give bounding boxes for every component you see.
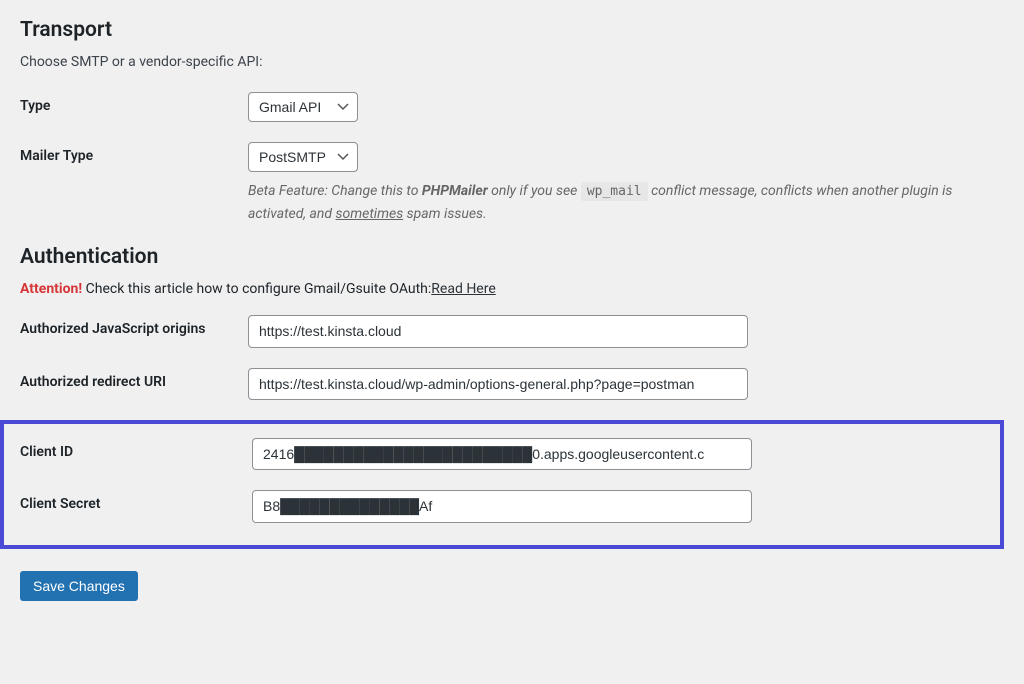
- transport-subtitle: Choose SMTP or a vendor-specific API:: [20, 54, 1004, 70]
- redirect-input[interactable]: [248, 368, 748, 400]
- transport-heading: Transport: [20, 18, 1004, 42]
- attention-note: Attention! Check this article how to con…: [20, 281, 1004, 297]
- client-secret-label: Client Secret: [20, 490, 252, 512]
- client-id-row: Client ID: [20, 438, 1000, 470]
- origins-label: Authorized JavaScript origins: [20, 315, 248, 337]
- credentials-highlight: Client ID Client Secret: [0, 420, 1004, 549]
- redirect-row: Authorized redirect URI: [20, 368, 1004, 400]
- type-label: Type: [20, 92, 248, 114]
- redirect-label: Authorized redirect URI: [20, 368, 248, 390]
- type-row: Type Gmail API: [20, 92, 1004, 122]
- save-button[interactable]: Save Changes: [20, 571, 138, 601]
- client-id-input[interactable]: [252, 438, 752, 470]
- auth-heading: Authentication: [20, 245, 1004, 269]
- origins-input[interactable]: [248, 315, 748, 347]
- attention-label: Attention!: [20, 281, 82, 297]
- mailer-label: Mailer Type: [20, 142, 248, 164]
- type-select[interactable]: Gmail API: [248, 92, 358, 122]
- beta-note: Beta Feature: Change this to PHPMailer o…: [248, 180, 1004, 225]
- origins-row: Authorized JavaScript origins: [20, 315, 1004, 347]
- mailer-row: Mailer Type PostSMTP Beta Feature: Chang…: [20, 142, 1004, 225]
- read-here-link[interactable]: Read Here: [431, 281, 495, 297]
- client-id-label: Client ID: [20, 438, 252, 460]
- client-secret-input[interactable]: [252, 490, 752, 522]
- wpmail-code: wp_mail: [581, 182, 648, 201]
- client-secret-row: Client Secret: [20, 490, 1000, 522]
- mailer-select[interactable]: PostSMTP: [248, 142, 358, 172]
